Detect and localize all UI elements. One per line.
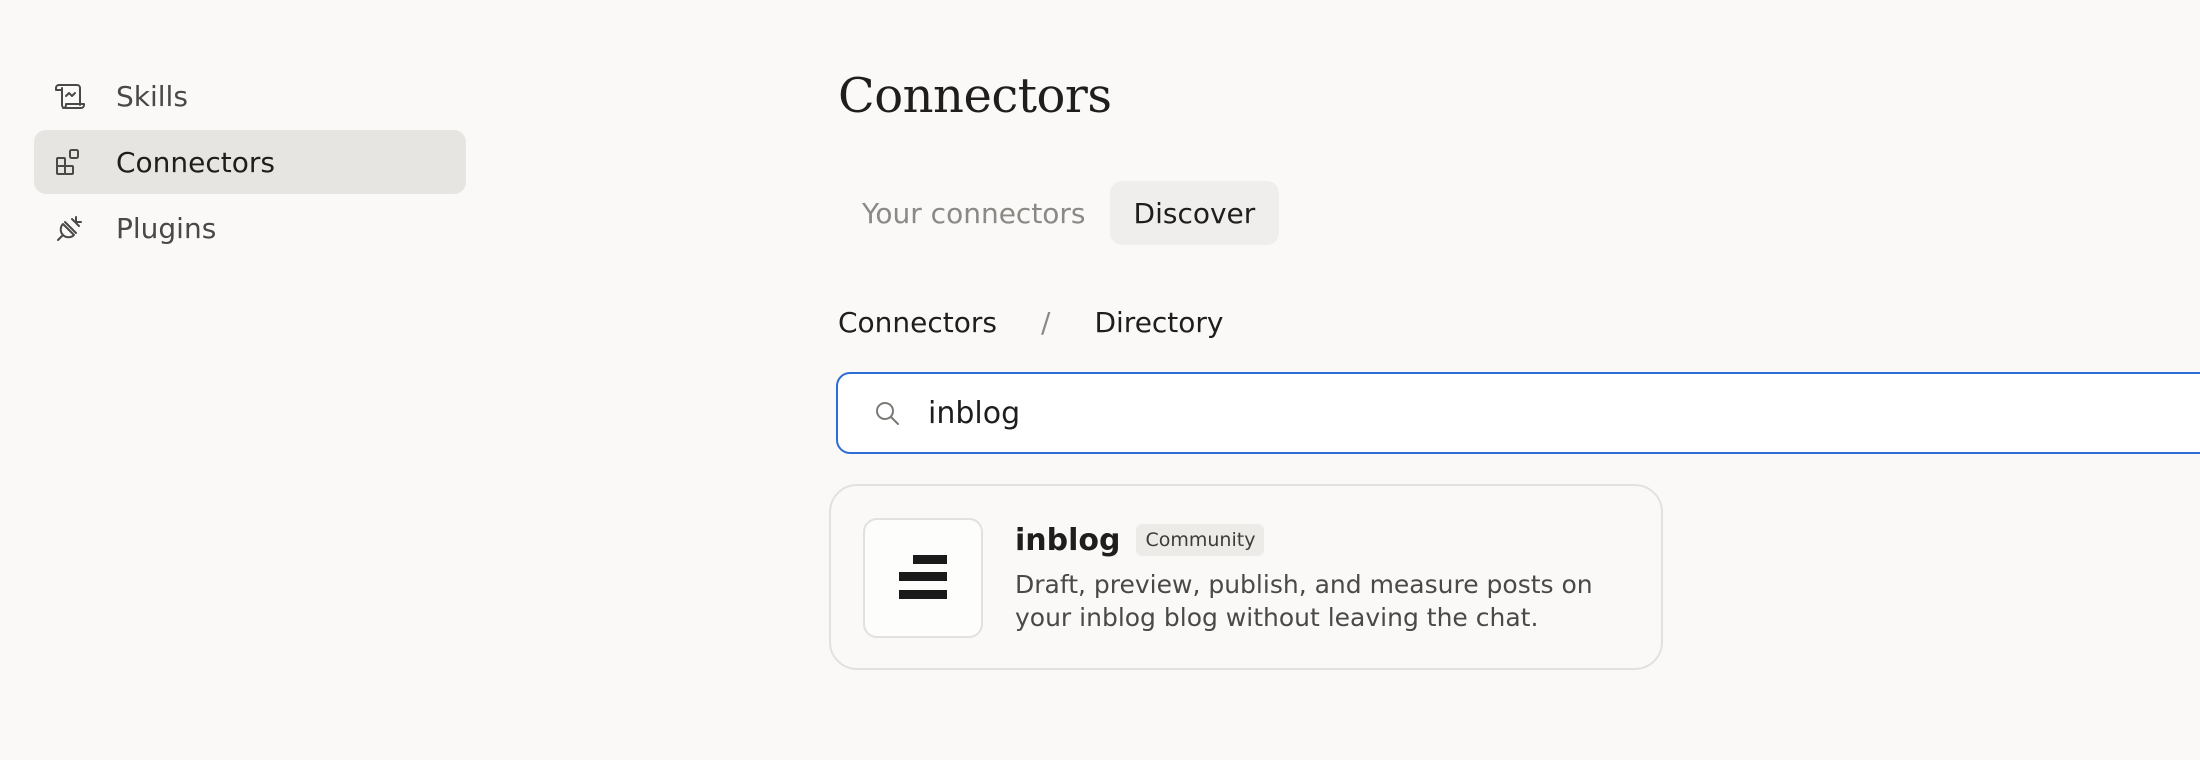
sidebar: Skills Connectors Plugins (34, 64, 466, 262)
connector-name: inblog (1015, 522, 1121, 558)
plug-icon (52, 210, 88, 246)
sidebar-item-skills[interactable]: Skills (34, 64, 466, 128)
breadcrumb-separator: / (1041, 306, 1051, 339)
connector-description: Draft, preview, publish, and measure pos… (1015, 570, 1593, 632)
tab-bar: Your connectors Discover (838, 181, 1280, 245)
sidebar-item-label: Plugins (116, 211, 217, 245)
search-icon (872, 398, 902, 428)
grid-blocks-icon (52, 144, 88, 180)
sidebar-item-connectors[interactable]: Connectors (34, 130, 466, 194)
sidebar-item-plugins[interactable]: Plugins (34, 196, 466, 260)
breadcrumb: Connectors / Directory (838, 306, 1224, 339)
community-badge: Community (1136, 524, 1265, 556)
tab-discover[interactable]: Discover (1109, 181, 1280, 245)
breadcrumb-connectors-link[interactable]: Connectors (838, 306, 997, 339)
connector-card-body: inblog Community Draft, preview, publish… (1015, 520, 1635, 634)
breadcrumb-current: Directory (1094, 306, 1224, 339)
sidebar-item-label: Connectors (116, 145, 276, 179)
connector-card-header: inblog Community (1015, 520, 1635, 560)
search-input[interactable] (928, 395, 2128, 431)
page-title: Connectors (838, 68, 1112, 124)
tab-your-connectors[interactable]: Your connectors (838, 181, 1110, 245)
connector-card-inblog[interactable]: inblog Community Draft, preview, publish… (829, 484, 1663, 670)
scroll-icon (52, 78, 88, 114)
search-box[interactable] (836, 372, 2200, 454)
inblog-logo (863, 518, 983, 638)
sidebar-item-label: Skills (116, 79, 188, 113)
